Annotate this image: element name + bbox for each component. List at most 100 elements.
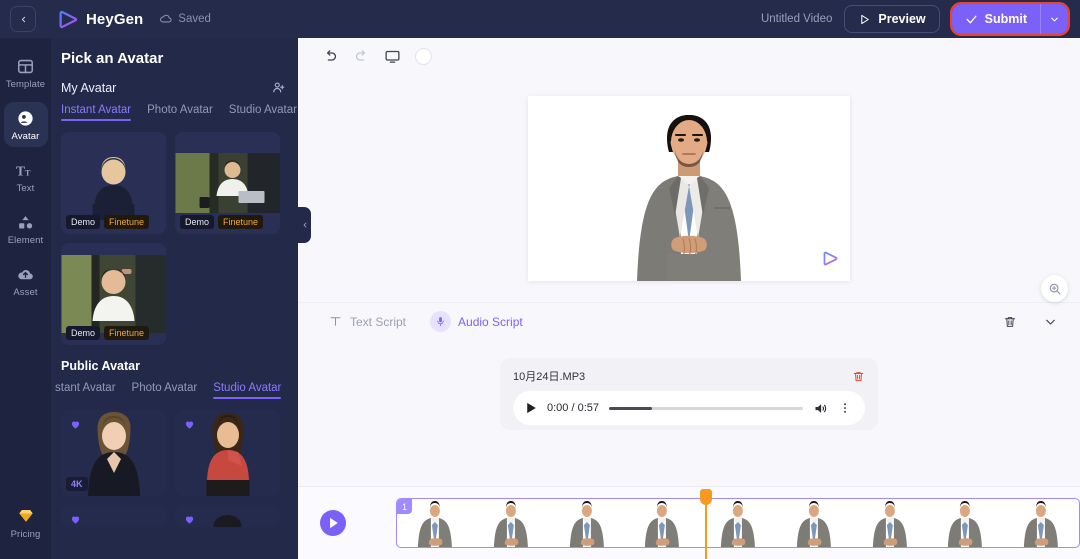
timeline-playhead[interactable] — [700, 489, 712, 559]
preview-button[interactable]: Preview — [844, 5, 940, 33]
public-avatar-card[interactable] — [175, 410, 280, 496]
timeline-scene[interactable]: 1 — [396, 498, 1080, 548]
timeline-frame — [1003, 499, 1079, 547]
screen-button[interactable] — [384, 48, 401, 65]
avatar-badges: Demo Finetune — [66, 326, 150, 340]
trash-icon — [853, 371, 864, 381]
svg-text:T: T — [25, 167, 31, 177]
timeline-frame — [700, 499, 776, 547]
finetune-badge[interactable]: Finetune — [104, 326, 150, 340]
chevron-down-icon — [1051, 17, 1058, 21]
text-t-icon — [330, 317, 341, 326]
kebab-menu-icon — [844, 403, 846, 413]
tab-audio-script[interactable]: Audio Script — [430, 311, 523, 332]
redo-button[interactable] — [353, 48, 370, 65]
asset-upload-icon — [18, 270, 33, 280]
zoom-in-button[interactable] — [1041, 275, 1068, 302]
public-avatar-title: Public Avatar — [61, 359, 140, 373]
zoom-in-icon — [1049, 283, 1061, 295]
avatar-card[interactable]: Demo Finetune — [61, 243, 166, 345]
sidebar-item-template[interactable]: Template — [4, 50, 48, 95]
heygen-watermark-icon — [821, 249, 840, 273]
canvas-stage — [298, 74, 1080, 302]
script-tab-bar: Text Script Audio Script — [298, 302, 1080, 340]
sidebar-label-element: Element — [7, 235, 44, 246]
sidebar-item-avatar[interactable]: Avatar — [3, 102, 48, 147]
tab-public-studio-avatar[interactable]: Studio Avatar — [213, 382, 282, 399]
heygen-video-editor: HeyGen Saved Untitled Video Preview Subm… — [0, 0, 1080, 559]
audio-more-button[interactable] — [838, 401, 852, 415]
video-title[interactable]: Untitled Video — [761, 13, 832, 25]
public-avatar-card[interactable] — [175, 505, 280, 527]
submit-dropdown-button[interactable] — [1040, 4, 1068, 34]
tab-photo-avatar[interactable]: Photo Avatar — [147, 104, 213, 121]
tab-public-instant-avatar[interactable]: stant Avatar — [55, 382, 116, 399]
back-button[interactable] — [10, 6, 36, 32]
avatar-panel: Pick an Avatar My Avatar Instant Avatar … — [51, 38, 298, 559]
avatar-card[interactable]: Demo Finetune — [61, 132, 166, 234]
volume-button[interactable] — [813, 401, 828, 416]
demo-badge[interactable]: Demo — [66, 326, 101, 340]
tab-instant-avatar[interactable]: Instant Avatar — [61, 104, 132, 121]
top-bar: HeyGen Saved Untitled Video Preview Subm… — [0, 0, 1080, 38]
resolution-badge: 4K — [66, 477, 88, 491]
play-button[interactable] — [526, 402, 537, 414]
playhead-handle[interactable] — [700, 489, 712, 505]
finetune-badge[interactable]: Finetune — [104, 215, 150, 229]
scene-number: 1 — [397, 499, 412, 514]
heygen-logo-icon — [59, 10, 78, 28]
heart-icon[interactable] — [180, 415, 199, 434]
tab-text-script[interactable]: Text Script — [328, 314, 406, 329]
svg-text:T: T — [16, 163, 25, 178]
demo-badge[interactable]: Demo — [66, 215, 101, 229]
heart-icon[interactable] — [180, 510, 199, 527]
audio-file-name: 10月24日.MP3 — [513, 371, 586, 383]
finetune-badge[interactable]: Finetune — [218, 215, 264, 229]
demo-badge[interactable]: Demo — [180, 215, 215, 229]
text-script-label: Text Script — [350, 314, 407, 329]
chevron-left-icon — [21, 16, 25, 22]
undo-icon — [327, 49, 337, 61]
diamond-icon — [18, 510, 33, 522]
brand-name: HeyGen — [86, 10, 144, 28]
page-title: Pick an Avatar — [61, 50, 164, 67]
delete-script-button[interactable] — [1003, 315, 1017, 329]
panel-collapse-button[interactable] — [298, 207, 311, 243]
tab-studio-avatar[interactable]: Studio Avatar — [229, 104, 297, 121]
public-avatar-card[interactable] — [61, 505, 166, 527]
sidebar-item-element[interactable]: Element — [4, 206, 48, 251]
submit-label: Submit — [984, 12, 1027, 26]
public-avatar-card[interactable]: 4K — [61, 410, 166, 496]
video-canvas[interactable] — [528, 95, 850, 281]
submit-button[interactable]: Submit — [951, 4, 1040, 34]
my-avatar-label: My Avatar — [61, 80, 117, 95]
sidebar-label-avatar: Avatar — [11, 131, 40, 142]
avatar-card[interactable]: Demo Finetune — [175, 132, 280, 234]
play-icon — [527, 402, 536, 414]
volume-icon — [815, 403, 827, 413]
template-icon — [18, 59, 33, 74]
brand: HeyGen — [58, 9, 143, 30]
shape-toggle-button[interactable] — [415, 47, 432, 65]
undo-button[interactable] — [322, 48, 339, 65]
audio-progress-slider[interactable] — [609, 406, 803, 410]
chevron-down-icon — [1046, 319, 1055, 325]
canvas-avatar-artwork — [528, 95, 850, 281]
sidebar-item-pricing[interactable]: Pricing — [4, 499, 48, 545]
timeline-play-button[interactable] — [320, 510, 346, 536]
redo-icon — [355, 49, 365, 61]
heart-icon[interactable] — [66, 510, 85, 527]
sidebar-item-asset[interactable]: Asset — [4, 258, 48, 303]
sidebar-item-text[interactable]: TT Text — [4, 154, 48, 199]
collapse-script-button[interactable] — [1043, 314, 1058, 329]
edit-toolbar — [298, 38, 1080, 74]
avatar-badges: Demo Finetune — [180, 215, 264, 229]
main-editor: Text Script Audio Script 10月24日.MP3 0:00… — [298, 38, 1080, 559]
avatar-artwork — [61, 255, 166, 333]
timeline-frame — [549, 499, 625, 547]
timeline: 1 — [298, 486, 1080, 559]
tab-public-photo-avatar[interactable]: Photo Avatar — [132, 382, 198, 399]
heart-icon[interactable] — [66, 415, 85, 434]
delete-audio-button[interactable] — [852, 370, 865, 383]
add-person-icon[interactable] — [271, 80, 286, 95]
